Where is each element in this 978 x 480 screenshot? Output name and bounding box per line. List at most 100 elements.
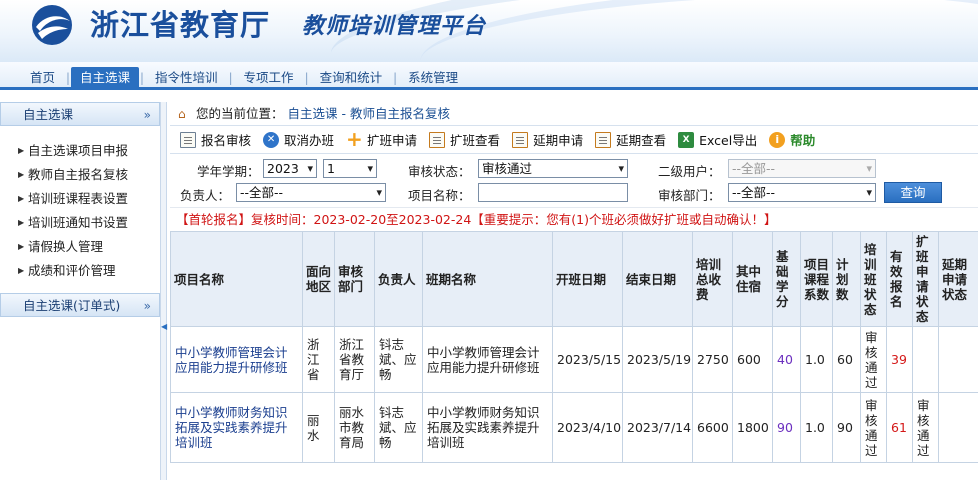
dept-label: 审核部门： — [658, 188, 721, 203]
dept-select[interactable]: --全部-- — [728, 183, 876, 202]
table-header-row: 项目名称 面向地区 审核部门 负责人 班期名称 开班日期 结束日期 培训总收费 其中住宿 基础学分… — [170, 231, 978, 327]
sidebar-item-1[interactable]: ▶ 教师自主报名复核 — [18, 163, 160, 187]
nav-tab-3[interactable]: 专项工作 — [234, 67, 304, 90]
sidebar-item-5[interactable]: ▶ 成绩和评价管理 — [18, 259, 160, 283]
person-select[interactable]: --全部-- — [236, 183, 386, 202]
home-icon: ⌂ — [178, 107, 186, 121]
cell-expand — [912, 326, 939, 393]
cancel-icon: ✕ — [263, 131, 280, 148]
cell-lodging: 1800 — [732, 392, 773, 463]
second-user-select: --全部-- — [728, 159, 876, 178]
collapse-chevron-icon[interactable]: » — [144, 103, 151, 127]
column-header-9[interactable]: 基础学分 — [772, 231, 801, 327]
project-name-input[interactable] — [478, 183, 628, 202]
sidebar-item-label: 成绩和评价管理 — [28, 263, 116, 278]
document-edit-icon — [512, 131, 529, 148]
column-header-3[interactable]: 负责人 — [374, 231, 423, 327]
cell-fee: 2750 — [692, 326, 733, 393]
person-label: 负责人： — [180, 188, 231, 203]
cell-region: 浙江省 — [302, 326, 335, 393]
help-button[interactable]: i 帮助 — [769, 130, 815, 149]
document-search-icon — [595, 131, 612, 148]
cell-person: 钭志斌、应畅 — [374, 392, 423, 463]
column-header-14[interactable]: 扩班申请状态 — [912, 231, 939, 327]
nav-tab-1[interactable]: 自主选课 — [71, 67, 140, 90]
notice-banner: 【首轮报名】复核时间：2023-02-20至2023-02-24【重要提示：您有… — [170, 207, 978, 231]
cell-lodging: 600 — [732, 326, 773, 393]
expand-apply-button[interactable]: + 扩班申请 — [346, 129, 417, 149]
nav-tab-5[interactable]: 系统管理 — [398, 67, 468, 90]
filter-panel: 学年学期： 2023 1 审核状态： 审核通过 二级用户： --全部-- 负责人… — [170, 154, 978, 205]
cell-start: 2023/4/10 — [552, 392, 623, 463]
bullet-arrow-icon: ▶ — [18, 170, 25, 179]
sidebar-item-0[interactable]: ▶ 自主选课项目申报 — [18, 139, 160, 163]
extend-view-button[interactable]: 延期查看 — [595, 130, 666, 149]
sidebar-item-2[interactable]: ▶ 培训班课程表设置 — [18, 187, 160, 211]
sidebar-item-label: 请假换人管理 — [28, 239, 104, 254]
sidebar-item-label: 培训班通知书设置 — [28, 215, 129, 230]
year-label: 学年学期： — [197, 164, 260, 179]
bullet-arrow-icon: ▶ — [18, 266, 25, 275]
column-header-4[interactable]: 班期名称 — [422, 231, 553, 327]
cell-start: 2023/5/15 — [552, 326, 623, 393]
column-header-12[interactable]: 培训班状态 — [860, 231, 887, 327]
column-header-0[interactable]: 项目名称 — [170, 231, 303, 327]
cell-expand: 审核通过 — [912, 392, 939, 463]
query-button[interactable]: 查询 — [884, 182, 942, 203]
sidebar-item-3[interactable]: ▶ 培训班通知书设置 — [18, 211, 160, 235]
breadcrumb-path[interactable]: 自主选课 - 教师自主报名复核 — [287, 106, 449, 121]
sidebar-section-header[interactable]: 自主选课 » — [0, 102, 160, 126]
cell-valid: 39 — [886, 326, 913, 393]
sidebar-item-4[interactable]: ▶ 请假换人管理 — [18, 235, 160, 259]
expand-view-button[interactable]: 扩班查看 — [429, 130, 500, 149]
column-header-1[interactable]: 面向地区 — [302, 231, 335, 327]
table-row[interactable]: 中小学教师管理会计应用能力提升研修班 浙江省 浙江省教育厅 钭志斌、应畅 中小学教师管理… — [170, 326, 978, 393]
sidebar-item-label: 自主选课项目申报 — [28, 143, 129, 158]
nav-tab-2[interactable]: 指令性培训 — [145, 67, 228, 90]
table-row[interactable]: 中小学教师财务知识拓展及实践素养提升培训班 丽水 丽水市教育局 钭志斌、应畅 中小学教师… — [170, 392, 978, 463]
column-header-5[interactable]: 开班日期 — [552, 231, 623, 327]
toolbar: 报名审核 ✕ 取消办班 + 扩班申请 扩班查看 延期申请 延期查看 X Exce… — [170, 126, 978, 154]
column-header-13[interactable]: 有效报名 — [886, 231, 913, 327]
logo-icon — [32, 5, 72, 45]
project-label: 项目名称： — [408, 188, 471, 203]
cell-status: 审核通过 — [860, 326, 887, 393]
cell-end: 2023/7/14 — [622, 392, 693, 463]
collapse-arrow-icon[interactable]: ◀ — [161, 322, 167, 331]
term-select[interactable]: 1 — [323, 159, 377, 178]
nav-tab-4[interactable]: 查询和统计 — [310, 67, 393, 90]
cell-dept: 丽水市教育局 — [334, 392, 375, 463]
sidebar-section-title: 自主选课 — [23, 107, 74, 122]
results-table: 项目名称 面向地区 审核部门 负责人 班期名称 开班日期 结束日期 培训总收费 其中住宿 基础学分… — [170, 231, 978, 463]
cell-region: 丽水 — [302, 392, 335, 463]
cell-extend — [938, 392, 978, 463]
column-header-8[interactable]: 其中住宿 — [732, 231, 773, 327]
cell-coef: 1.0 — [800, 392, 833, 463]
column-header-15[interactable]: 延期申请状态 — [938, 231, 978, 327]
extend-apply-button[interactable]: 延期申请 — [512, 130, 583, 149]
expand-chevron-icon[interactable]: » — [144, 294, 151, 318]
cell-plan: 60 — [832, 326, 861, 393]
column-header-7[interactable]: 培训总收费 — [692, 231, 733, 327]
cancel-class-button[interactable]: ✕ 取消办班 — [263, 130, 334, 149]
status-label: 审核状态： — [408, 164, 471, 179]
cell-project[interactable]: 中小学教师管理会计应用能力提升研修班 — [170, 326, 303, 393]
column-header-6[interactable]: 结束日期 — [622, 231, 693, 327]
cell-end: 2023/5/19 — [622, 326, 693, 393]
breadcrumb-prefix: 您的当前位置： — [195, 106, 284, 121]
year-select[interactable]: 2023 — [263, 159, 317, 178]
review-button[interactable]: 报名审核 — [180, 130, 251, 149]
breadcrumb: ⌂ 您的当前位置： 自主选课 - 教师自主报名复核 — [170, 102, 978, 126]
cell-person: 钭志斌、应畅 — [374, 326, 423, 393]
top-nav: 首页 | 自主选课 | 指令性培训 | 专项工作 | 查询和统计 | 系统管理 — [0, 62, 978, 90]
excel-export-button[interactable]: X Excel导出 — [678, 130, 757, 149]
cell-project[interactable]: 中小学教师财务知识拓展及实践素养提升培训班 — [170, 392, 303, 463]
nav-tab-0[interactable]: 首页 — [20, 67, 65, 90]
column-header-11[interactable]: 计划数 — [832, 231, 861, 327]
column-header-2[interactable]: 审核部门 — [334, 231, 375, 327]
cell-fee: 6600 — [692, 392, 733, 463]
sidebar-splitter[interactable]: ◀ — [160, 102, 167, 480]
column-header-10[interactable]: 项目课程系数 — [800, 231, 833, 327]
status-select[interactable]: 审核通过 — [478, 159, 628, 178]
sidebar-section-header-2[interactable]: 自主选课(订单式) » — [0, 293, 160, 317]
